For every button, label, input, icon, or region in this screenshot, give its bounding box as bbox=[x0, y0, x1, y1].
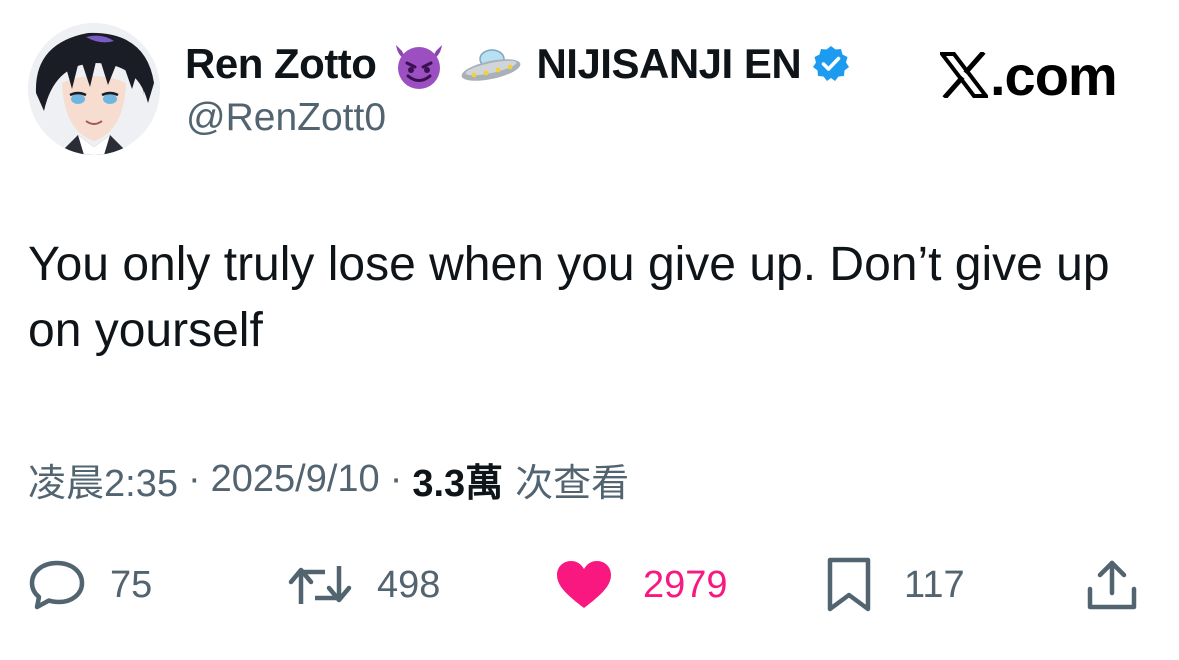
reply-button[interactable]: 75 bbox=[28, 550, 152, 620]
reply-icon bbox=[28, 559, 86, 611]
tweet-meta: 凌晨2:35 · 2025/9/10 · 3.3萬 次查看 bbox=[28, 452, 629, 507]
repost-icon bbox=[287, 560, 353, 610]
meta-separator: · bbox=[389, 458, 403, 500]
avatar[interactable] bbox=[28, 23, 160, 155]
heart-icon bbox=[555, 560, 613, 610]
share-icon bbox=[1084, 557, 1140, 613]
verified-badge-icon bbox=[811, 44, 851, 84]
bookmark-button[interactable]: 117 bbox=[826, 550, 965, 620]
repost-count: 498 bbox=[377, 563, 441, 606]
meta-separator: · bbox=[187, 458, 201, 500]
tweet-text: You only truly lose when you give up. Do… bbox=[28, 238, 1110, 357]
views-label: 次查看 bbox=[515, 463, 630, 505]
action-bar: 75 498 2979 117 bbox=[0, 550, 1179, 620]
tweet-date[interactable]: 2025/9/10 bbox=[211, 458, 380, 501]
ufo-emoji-icon bbox=[456, 42, 526, 86]
smiling-devil-emoji-icon bbox=[390, 37, 448, 91]
name-suffix: NIJISANJI EN bbox=[536, 40, 802, 87]
tweet-time[interactable]: 凌晨2:35 bbox=[28, 452, 178, 507]
site-domain: .com bbox=[990, 43, 1118, 107]
avatar-image bbox=[28, 23, 160, 155]
site-label: .com bbox=[937, 40, 1118, 110]
share-button[interactable] bbox=[1084, 550, 1140, 620]
x-logo-icon bbox=[937, 50, 991, 100]
author-handle[interactable]: @RenZott0 bbox=[186, 96, 386, 140]
like-button[interactable]: 2979 bbox=[555, 550, 728, 620]
reply-count: 75 bbox=[110, 563, 153, 606]
bookmark-count: 117 bbox=[904, 563, 965, 606]
like-count: 2979 bbox=[643, 563, 728, 606]
author-name-row: Ren Zotto NIJISANJI EN bbox=[185, 34, 851, 94]
views-count: 3.3萬 bbox=[412, 463, 504, 505]
display-name[interactable]: Ren Zotto bbox=[185, 40, 377, 88]
repost-button[interactable]: 498 bbox=[287, 550, 440, 620]
bookmark-icon bbox=[826, 557, 872, 613]
